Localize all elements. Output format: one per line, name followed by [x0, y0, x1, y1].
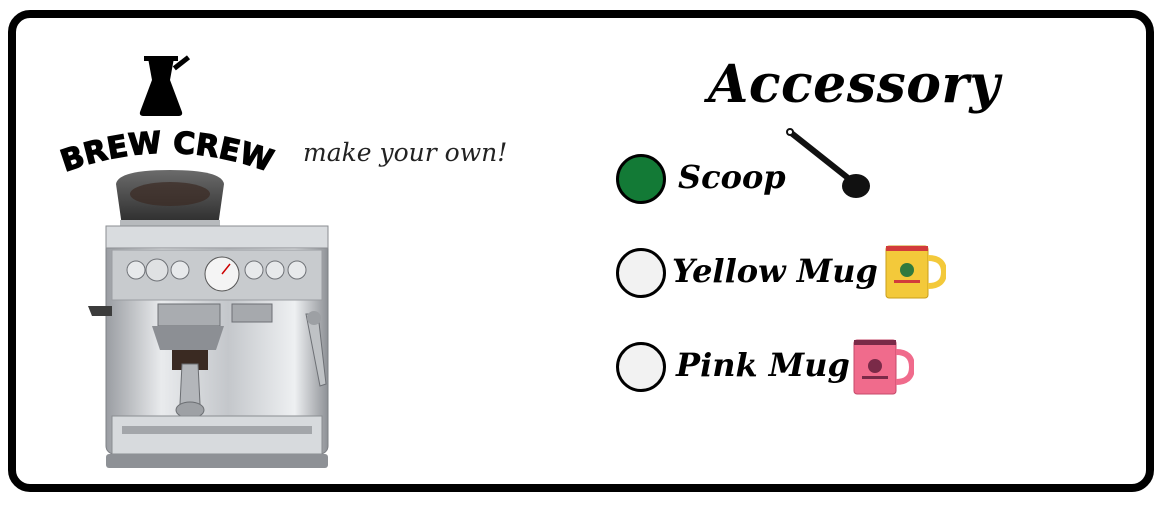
yellow-mug-icon: [885, 245, 946, 299]
pink-mug-icon: [853, 339, 914, 395]
accessory-option-scoop[interactable]: Scoop: [616, 128, 1036, 208]
accessory-option-label: Scoop: [678, 158, 786, 196]
tagline: make your own!: [303, 138, 508, 167]
radio-scoop[interactable]: [616, 154, 666, 204]
espresso-machine-image: [88, 170, 329, 468]
coffee-pot-icon: [139, 55, 191, 116]
accessory-option-yellow-mug[interactable]: Yellow Mug: [616, 242, 1036, 302]
radio-yellow-mug[interactable]: [616, 248, 666, 298]
accessory-panel: Accessory Scoop Yellow Mug Pink Mug: [596, 18, 1156, 484]
brand-panel: BREW CREW make your own!: [16, 18, 576, 484]
accessory-option-label: Yellow Mug: [672, 252, 878, 290]
scoop-icon: [786, 128, 870, 198]
accessory-title: Accessory: [708, 54, 1001, 115]
radio-pink-mug[interactable]: [616, 342, 666, 392]
configurator-card: BREW CREW make your own! Accessory Scoop…: [8, 10, 1154, 492]
accessory-option-label: Pink Mug: [676, 346, 850, 384]
accessory-option-pink-mug[interactable]: Pink Mug: [616, 336, 1036, 396]
